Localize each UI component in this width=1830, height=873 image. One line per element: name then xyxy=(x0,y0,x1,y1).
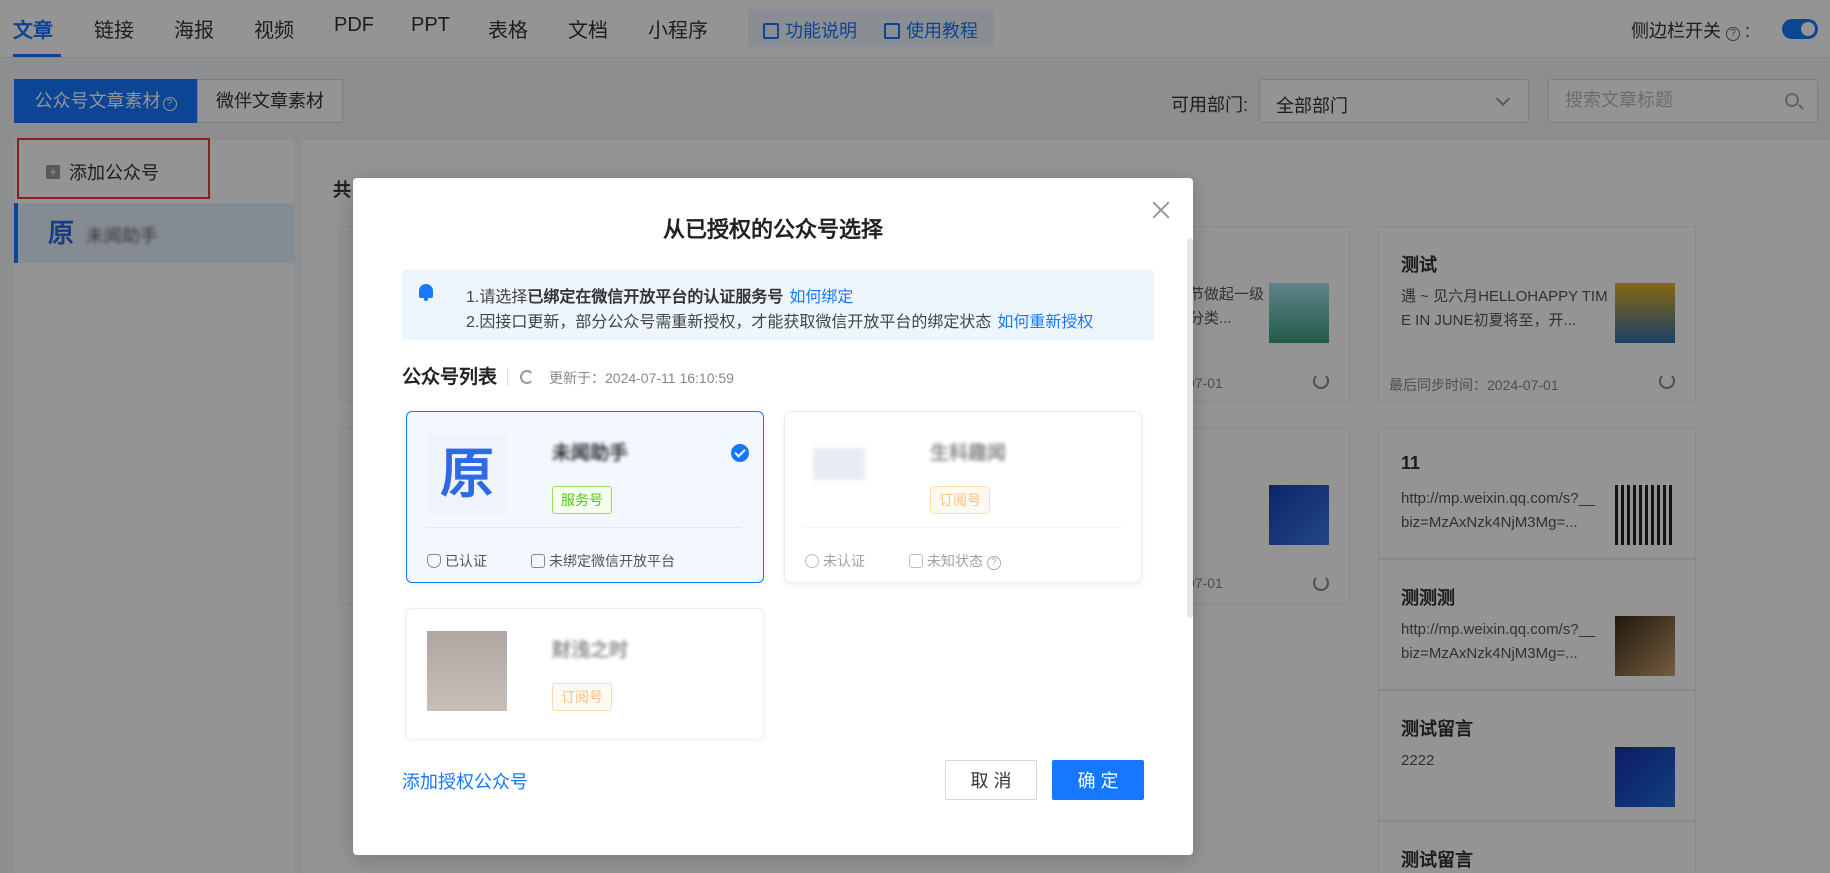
notice-text: 1.请选择 xyxy=(466,289,528,306)
platform-status: 未绑定微信开放平台 xyxy=(531,551,675,571)
verified-status: 已认证 xyxy=(427,551,487,571)
bell-icon xyxy=(419,284,433,301)
account-card-3[interactable]: 财浅之时 订阅号 xyxy=(406,608,764,738)
info-icon xyxy=(805,554,819,568)
notice-line-2: 2.因接口更新，部分公众号需重新授权，才能获取微信开放平台的绑定状态 如何重新授权 xyxy=(466,308,1093,332)
how-to-reauthorize-link[interactable]: 如何重新授权 xyxy=(997,314,1093,331)
confirm-button[interactable]: 确 定 xyxy=(1052,760,1144,800)
divider xyxy=(805,527,1121,528)
notice-line-1: 1.请选择已绑定在微信开放平台的认证服务号 如何绑定 xyxy=(466,283,853,307)
select-account-dialog: 从已授权的公众号选择 1.请选择已绑定在微信开放平台的认证服务号 如何绑定 2.因… xyxy=(353,178,1193,855)
notice-text: 2.因接口更新，部分公众号需重新授权，才能获取微信开放平台的绑定状态 xyxy=(466,314,992,331)
account-type-badge: 订阅号 xyxy=(552,683,612,711)
status-text: 未认证 xyxy=(823,553,865,569)
account-list-title: 公众号列表 xyxy=(402,367,498,388)
refresh-icon[interactable] xyxy=(520,370,534,384)
account-card-1[interactable]: 原 未闻助手 服务号 已认证 未绑定微信开放平台 xyxy=(406,411,764,583)
account-logo xyxy=(813,448,865,480)
status-text: 未绑定微信开放平台 xyxy=(549,553,675,569)
account-name: 财浅之时 xyxy=(552,640,629,661)
account-card-2[interactable]: 生科趣闻 订阅号 未认证 未知状态 ? xyxy=(784,411,1142,583)
add-authorized-account-link[interactable]: 添加授权公众号 xyxy=(402,768,528,794)
notice-bold-text: 已绑定在微信开放平台的认证服务号 xyxy=(527,289,784,306)
account-type-badge: 订阅号 xyxy=(930,486,990,514)
notice-banner: 1.请选择已绑定在微信开放平台的认证服务号 如何绑定 2.因接口更新，部分公众号需… xyxy=(402,270,1154,340)
shield-icon xyxy=(427,554,441,568)
updated-timestamp: 更新于：2024-07-11 16:10:59 xyxy=(549,370,734,386)
verified-status: 未认证 xyxy=(805,551,865,571)
how-to-bind-link[interactable]: 如何绑定 xyxy=(789,289,853,306)
check-icon xyxy=(731,444,749,462)
status-text: 未知状态 xyxy=(927,553,983,569)
help-icon[interactable]: ? xyxy=(986,556,1001,570)
cancel-button[interactable]: 取 消 xyxy=(945,760,1037,800)
account-logo: 原 xyxy=(427,434,507,514)
account-name: 生科趣闻 xyxy=(930,443,1007,464)
close-icon[interactable] xyxy=(1151,200,1171,220)
status-text: 已认证 xyxy=(445,553,487,569)
dialog-title: 从已授权的公众号选择 xyxy=(662,217,883,242)
account-avatar xyxy=(427,631,507,711)
question-icon xyxy=(909,554,923,568)
platform-status: 未知状态 ? xyxy=(909,551,1001,571)
divider xyxy=(507,368,508,386)
dialog-scrollbar[interactable] xyxy=(1187,238,1193,618)
account-type-badge: 服务号 xyxy=(552,486,612,514)
account-name: 未闻助手 xyxy=(552,443,629,464)
monitor-icon xyxy=(531,554,545,568)
divider xyxy=(427,527,743,528)
